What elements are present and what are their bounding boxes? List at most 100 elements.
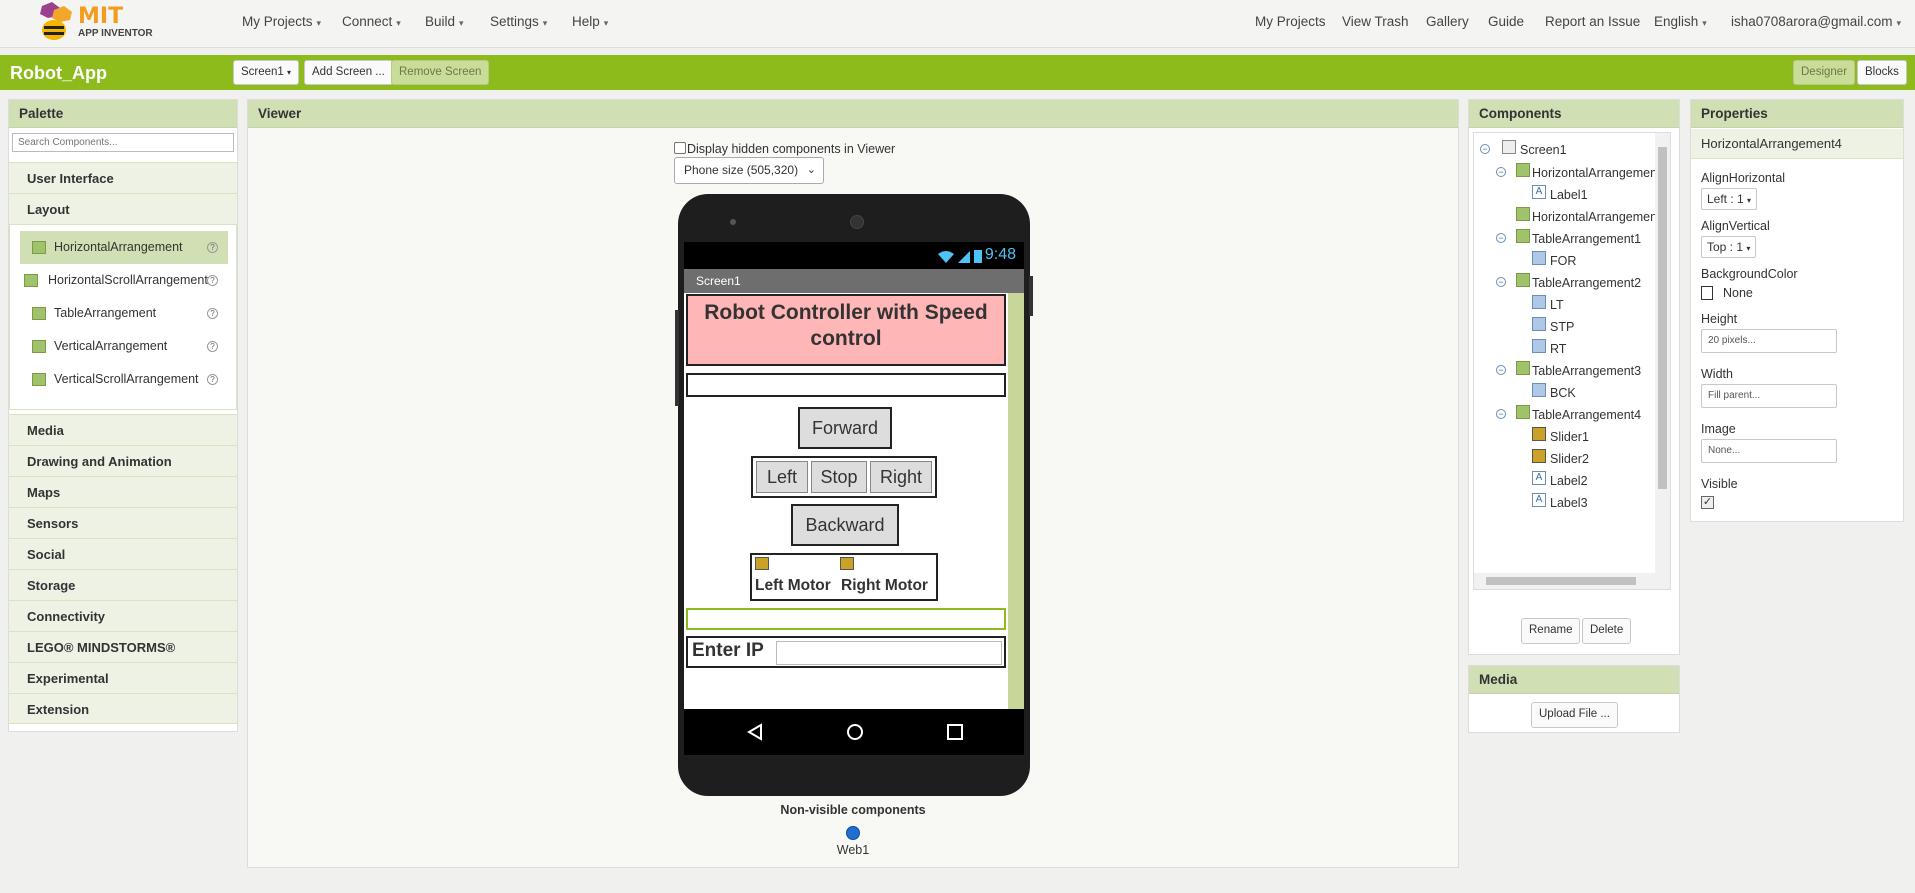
upload-file-button[interactable]: Upload File ... — [1531, 702, 1618, 728]
link-guide[interactable]: Guide — [1488, 14, 1524, 29]
collapse-icon[interactable]: − — [1496, 409, 1506, 419]
delete-button[interactable]: Delete — [1582, 618, 1632, 644]
stop-button[interactable]: Stop — [811, 461, 867, 493]
horizontal-arrangement-4-selected[interactable] — [686, 608, 1006, 630]
phone-size-select[interactable]: Phone size (505,320) ⌄ — [674, 157, 824, 184]
tree-horizontalarrangement1[interactable]: HorizontalArrangement1 — [1532, 166, 1668, 180]
menu-build[interactable]: Build ▾ — [425, 14, 464, 29]
palette-item-horizontalarrangement[interactable]: HorizontalArrangement? — [20, 231, 228, 264]
language-menu[interactable]: English ▾ — [1654, 14, 1707, 29]
align-vertical-select[interactable]: Top : 1 ▾ — [1701, 236, 1757, 258]
tree-tablearrangement1[interactable]: TableArrangement1 — [1532, 232, 1641, 246]
rename-button[interactable]: Rename — [1521, 618, 1581, 644]
category-user-interface[interactable]: User Interface — [9, 162, 237, 193]
slider-icon — [1532, 427, 1546, 441]
image-field[interactable]: None... — [1701, 439, 1837, 463]
palette-item-verticalarrangement[interactable]: VerticalArrangement? — [20, 330, 228, 363]
category-lego-mindstorms[interactable]: LEGO® MINDSTORMS® — [9, 631, 237, 662]
help-icon[interactable]: ? — [207, 374, 218, 385]
tree-horizontalarrangement2[interactable]: HorizontalArrangement2 — [1532, 210, 1668, 224]
ip-textbox[interactable] — [776, 641, 1002, 665]
tree-lt[interactable]: LT — [1550, 298, 1564, 312]
color-swatch[interactable] — [1701, 286, 1713, 300]
category-storage[interactable]: Storage — [9, 569, 237, 600]
left-button[interactable]: Left — [756, 461, 808, 493]
menu-my-projects[interactable]: My Projects ▾ — [242, 14, 321, 29]
menu-help[interactable]: Help ▾ — [572, 14, 608, 29]
app-inventor-logo[interactable]: MIT APP INVENTOR — [30, 2, 160, 44]
tree-horizontal-scrollbar[interactable] — [1474, 573, 1655, 589]
collapse-icon[interactable]: − — [1496, 277, 1506, 287]
align-horizontal-select[interactable]: Left : 1 ▾ — [1701, 188, 1758, 210]
category-experimental[interactable]: Experimental — [9, 662, 237, 693]
tree-tablearrangement4[interactable]: TableArrangement4 — [1532, 408, 1641, 422]
slider1-icon[interactable] — [755, 557, 769, 570]
backward-button[interactable]: Backward — [791, 504, 899, 546]
collapse-icon[interactable]: − — [1496, 233, 1506, 243]
category-sensors[interactable]: Sensors — [9, 507, 237, 538]
recents-nav-icon[interactable] — [946, 723, 964, 741]
link-report-issue[interactable]: Report an Issue — [1545, 14, 1640, 29]
tree-label2[interactable]: Label2 — [1550, 474, 1588, 488]
right-button[interactable]: Right — [870, 461, 932, 493]
background-color-value[interactable]: None — [1723, 286, 1753, 300]
tree-tablearrangement3[interactable]: TableArrangement3 — [1532, 364, 1641, 378]
height-field[interactable]: 20 pixels... — [1701, 329, 1837, 353]
category-maps[interactable]: Maps — [9, 476, 237, 507]
tree-slider1[interactable]: Slider1 — [1550, 430, 1589, 444]
tree-screen1[interactable]: Screen1 — [1520, 143, 1567, 157]
tree-stp[interactable]: STP — [1550, 320, 1574, 334]
menu-connect[interactable]: Connect ▾ — [342, 14, 401, 29]
link-view-trash[interactable]: View Trash — [1342, 14, 1409, 29]
collapse-icon[interactable]: − — [1496, 365, 1506, 375]
add-screen-button[interactable]: Add Screen ... — [304, 60, 393, 85]
category-extension[interactable]: Extension — [9, 693, 237, 724]
category-social[interactable]: Social — [9, 538, 237, 569]
tree-tablearrangement2[interactable]: TableArrangement2 — [1532, 276, 1641, 290]
table-arrangement-icon — [1516, 229, 1530, 243]
width-field[interactable]: Fill parent... — [1701, 384, 1837, 408]
remove-screen-button[interactable]: Remove Screen — [391, 60, 490, 85]
tree-label3[interactable]: Label3 — [1550, 496, 1588, 510]
help-icon[interactable]: ? — [207, 275, 218, 286]
tree-slider2[interactable]: Slider2 — [1550, 452, 1589, 466]
menu-settings[interactable]: Settings ▾ — [490, 14, 547, 29]
forward-button[interactable]: Forward — [798, 407, 892, 449]
designer-button[interactable]: Designer — [1793, 60, 1856, 85]
tree-hscroll-thumb[interactable] — [1486, 577, 1636, 585]
tree-rt[interactable]: RT — [1550, 342, 1566, 356]
home-nav-icon[interactable] — [846, 723, 864, 741]
help-icon[interactable]: ? — [207, 341, 218, 352]
category-media[interactable]: Media — [9, 414, 237, 445]
back-nav-icon[interactable] — [746, 723, 764, 741]
visible-checkbox[interactable]: ✓ — [1701, 496, 1714, 509]
palette-item-tablearrangement[interactable]: TableArrangement? — [20, 297, 228, 330]
tree-scroll-thumb[interactable] — [1658, 147, 1667, 489]
collapse-icon[interactable]: − — [1496, 167, 1506, 177]
tree-for[interactable]: FOR — [1550, 254, 1576, 268]
slider2-icon[interactable] — [840, 557, 854, 570]
screen-select[interactable]: Screen1 ▾ — [233, 60, 300, 85]
category-drawing-animation[interactable]: Drawing and Animation — [9, 445, 237, 476]
category-connectivity[interactable]: Connectivity — [9, 600, 237, 631]
link-my-projects[interactable]: My Projects — [1255, 14, 1326, 29]
account-menu[interactable]: isha0708arora@gmail.com ▾ — [1731, 14, 1901, 29]
hidden-components-checkbox[interactable] — [674, 142, 686, 154]
help-icon[interactable]: ? — [207, 308, 218, 319]
palette-search-input[interactable] — [12, 133, 234, 152]
link-gallery[interactable]: Gallery — [1426, 14, 1469, 29]
palette-item-verticalscrollarrangement[interactable]: VerticalScrollArrangement? — [20, 363, 228, 396]
palette-item-horizontalscrollarrangement[interactable]: HorizontalScrollArrangement? — [20, 264, 228, 297]
phone-power-button — [1029, 276, 1033, 316]
tree-vertical-scrollbar[interactable] — [1655, 133, 1670, 589]
tree-label1[interactable]: Label1 — [1550, 188, 1588, 202]
hidden-components-toggle[interactable]: Display hidden components in Viewer — [674, 142, 895, 156]
components-panel: Components − Screen1 − HorizontalArrange… — [1468, 99, 1680, 655]
button-icon — [1532, 251, 1546, 265]
tree-bck[interactable]: BCK — [1550, 386, 1576, 400]
web-component-icon[interactable] — [846, 826, 860, 840]
collapse-icon[interactable]: − — [1480, 144, 1490, 154]
category-layout[interactable]: Layout — [9, 193, 237, 224]
blocks-button[interactable]: Blocks — [1857, 60, 1907, 85]
help-icon[interactable]: ? — [207, 242, 218, 253]
